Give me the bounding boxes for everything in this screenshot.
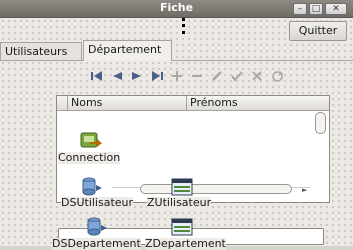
first-icon[interactable]	[88, 67, 106, 85]
query-table-icon[interactable]	[171, 218, 193, 239]
page-control-tabs: Utilisateurs Département	[0, 40, 353, 61]
next-icon[interactable]	[128, 67, 146, 85]
form-window: Fiche – □ ✕ Quitter Utilisateurs Départe…	[0, 0, 353, 250]
prior-icon[interactable]	[108, 67, 126, 85]
tab-utilisateurs[interactable]: Utilisateurs	[0, 42, 82, 60]
column-header-prenoms[interactable]: Prénoms	[188, 96, 308, 111]
db-navigator	[88, 66, 288, 86]
selection-handle[interactable]	[182, 18, 185, 21]
grid-header: Noms Prénoms	[57, 96, 329, 111]
row-indicator	[57, 96, 68, 111]
tab-panel-departement: Noms Prénoms ► Connection DSUtilisateur …	[0, 60, 353, 250]
column-header-noms[interactable]: Noms	[69, 96, 187, 111]
selection-handle[interactable]	[182, 31, 185, 34]
component-label-dsdepartement: DSDepartement	[52, 237, 141, 250]
maximize-button[interactable]: □	[309, 3, 323, 15]
delete-icon[interactable]	[188, 67, 206, 85]
title-bar[interactable]: Fiche – □ ✕	[0, 0, 353, 18]
tab-departement[interactable]: Département	[83, 40, 172, 61]
component-label-dsutilisateur: DSUtilisateur	[61, 196, 134, 209]
form-canvas[interactable]: Quitter Utilisateurs Département Noms Pr…	[0, 18, 353, 250]
cancel-icon[interactable]	[248, 67, 266, 85]
refresh-icon[interactable]	[268, 67, 286, 85]
post-icon[interactable]	[228, 67, 246, 85]
scroll-right-arrow-icon[interactable]: ►	[302, 186, 307, 194]
last-icon[interactable]	[148, 67, 166, 85]
minimize-button[interactable]: –	[293, 3, 307, 15]
component-label-zutilisateur: ZUtilisateur	[147, 196, 212, 209]
component-label-zdepartement: ZDepartement	[145, 237, 226, 250]
quit-button[interactable]: Quitter	[289, 21, 347, 41]
component-label-connection: Connection	[58, 151, 121, 164]
vertical-scrollbar[interactable]	[315, 112, 326, 134]
selection-handle[interactable]	[182, 24, 185, 27]
close-button[interactable]: ✕	[325, 3, 347, 15]
insert-icon[interactable]	[168, 67, 186, 85]
edit-icon[interactable]	[208, 67, 226, 85]
horizontal-scrollbar[interactable]	[140, 184, 292, 194]
